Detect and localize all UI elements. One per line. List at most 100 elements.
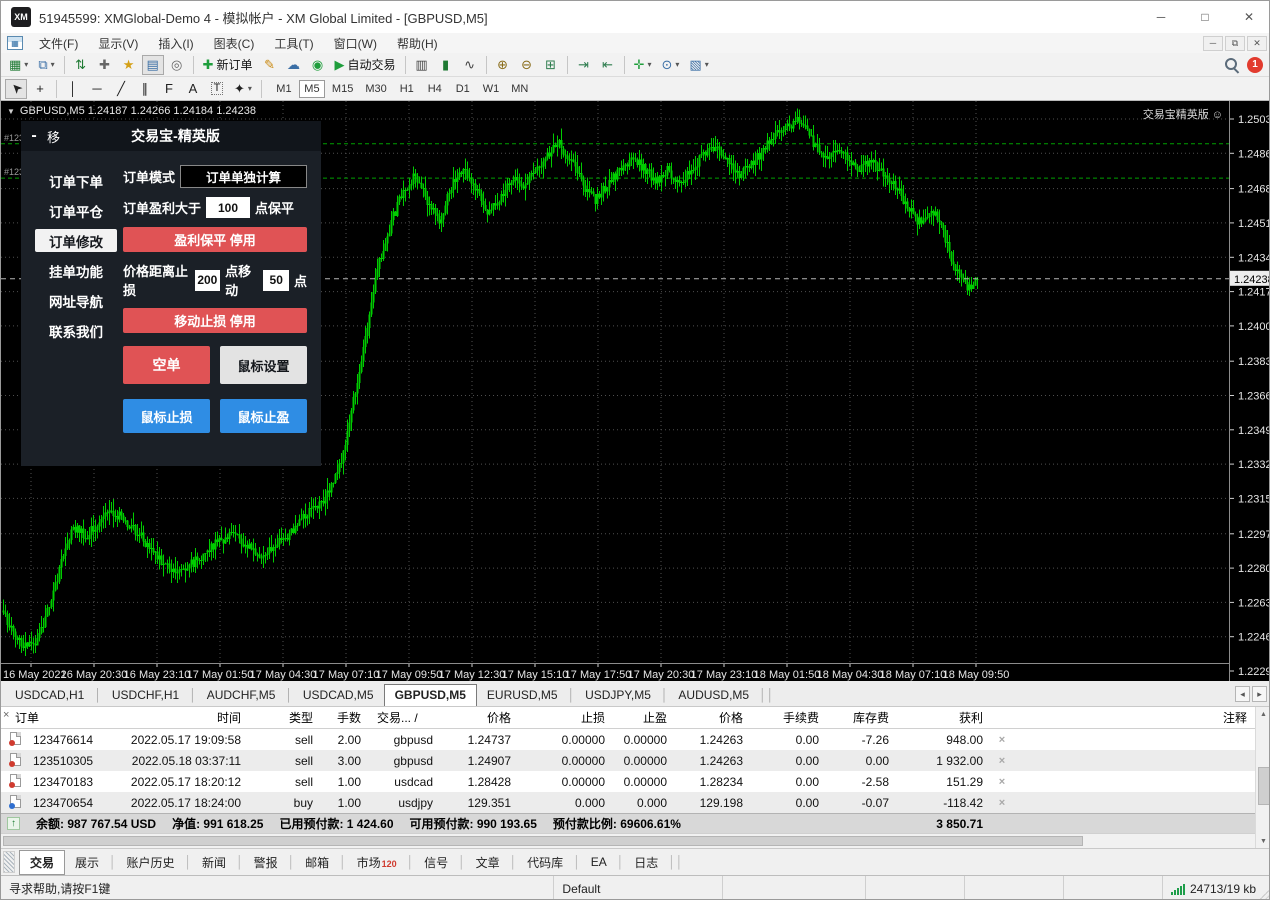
candlestick-chart-button[interactable]: ▮ bbox=[435, 55, 457, 75]
trailing-stop-toggle-button[interactable]: 移动止损 停用 bbox=[123, 308, 307, 333]
mouse-settings-button[interactable]: 鼠标设置 bbox=[220, 346, 307, 384]
terminal-tab-代码库[interactable]: 代码库 bbox=[517, 851, 573, 874]
profiles-button[interactable]: ⧉▾ bbox=[34, 55, 58, 75]
cursor-tool[interactable]: ➤ bbox=[5, 79, 27, 99]
horizontal-line-tool[interactable]: ─ bbox=[86, 79, 108, 99]
timeframe-h4[interactable]: H4 bbox=[422, 80, 448, 98]
chart-close-button[interactable]: ✕ bbox=[1247, 36, 1267, 51]
symbol-dropdown-icon[interactable]: ▼ bbox=[7, 107, 15, 116]
trendline-tool[interactable]: ╱ bbox=[110, 79, 132, 99]
mouse-takeprofit-button[interactable]: 鼠标止盈 bbox=[220, 399, 307, 433]
chart-minimize-button[interactable]: ─ bbox=[1203, 36, 1223, 51]
order-row-123476614[interactable]: 1234766142022.05.17 19:09:58sell2.00gbpu… bbox=[1, 729, 1270, 750]
tab-scroll-left-icon[interactable]: ◂ bbox=[1235, 686, 1250, 702]
panel-nav-联系我们[interactable]: 联系我们 bbox=[35, 319, 117, 342]
indicators-button[interactable]: ✛▾ bbox=[630, 55, 656, 75]
vertical-scrollbar[interactable]: ▲ ▼ bbox=[1255, 707, 1270, 848]
window-close-button[interactable]: ✕ bbox=[1227, 1, 1270, 33]
data-window-button[interactable]: ✚ bbox=[94, 55, 116, 75]
auto-scroll-button[interactable]: ⇥ bbox=[573, 55, 595, 75]
trail-distance-input[interactable]: 200 bbox=[195, 270, 221, 291]
horizontal-scrollbar[interactable] bbox=[1, 833, 1270, 848]
breakeven-toggle-button[interactable]: 盈利保平 停用 bbox=[123, 227, 307, 252]
timeframe-m30[interactable]: M30 bbox=[360, 80, 391, 98]
tile-windows-button[interactable]: ⊞ bbox=[540, 55, 562, 75]
trade-panel-header[interactable]: - 移 交易宝-精英版 bbox=[21, 121, 321, 151]
timeframe-d1[interactable]: D1 bbox=[450, 80, 476, 98]
menu-item-0[interactable]: 文件(F) bbox=[29, 33, 88, 53]
vertical-line-tool[interactable]: │ bbox=[62, 79, 84, 99]
chart-ohlc-line[interactable]: ▼ GBPUSD,M5 1.24187 1.24266 1.24184 1.24… bbox=[7, 105, 256, 117]
menu-item-4[interactable]: 工具(T) bbox=[264, 33, 323, 53]
terminal-tab-警报[interactable]: 警报 bbox=[244, 851, 288, 874]
chart-tab-usdchf-h1[interactable]: USDCHF,H1 bbox=[102, 685, 189, 706]
timeframe-h1[interactable]: H1 bbox=[394, 80, 420, 98]
timeframe-w1[interactable]: W1 bbox=[478, 80, 505, 98]
column-header-1[interactable]: 时间 bbox=[109, 709, 249, 726]
chart-restore-button[interactable]: ⧉ bbox=[1225, 36, 1245, 51]
terminal-tab-账户历史[interactable]: 账户历史 bbox=[117, 851, 185, 874]
market-watch-button[interactable]: ⇅ bbox=[70, 55, 92, 75]
terminal-tab-EA[interactable]: EA bbox=[581, 852, 617, 872]
notification-badge[interactable]: 1 bbox=[1247, 57, 1263, 73]
templates-button[interactable]: ▧▾ bbox=[685, 55, 712, 75]
mouse-stoploss-button[interactable]: 鼠标止损 bbox=[123, 399, 210, 433]
terminal-tab-新闻[interactable]: 新闻 bbox=[192, 851, 236, 874]
text-tool[interactable]: A bbox=[182, 79, 204, 99]
navigator-button[interactable]: ★ bbox=[118, 55, 140, 75]
publisher-button[interactable]: ☁ bbox=[283, 55, 305, 75]
menu-item-3[interactable]: 图表(C) bbox=[204, 33, 265, 53]
timeframe-m1[interactable]: M1 bbox=[271, 80, 297, 98]
panel-nav-网址导航[interactable]: 网址导航 bbox=[35, 289, 117, 312]
terminal-tab-交易[interactable]: 交易 bbox=[19, 850, 65, 875]
chart-tab-audchf-m5[interactable]: AUDCHF,M5 bbox=[197, 685, 286, 706]
column-header-10[interactable]: 库存费 bbox=[827, 709, 897, 726]
channel-tool[interactable]: ∥ bbox=[134, 79, 156, 99]
toolbox-grip-icon[interactable] bbox=[3, 851, 15, 873]
chart-area[interactable]: 1.250301.248601.246851.245151.243451.241… bbox=[1, 101, 1270, 681]
search-icon[interactable] bbox=[1224, 57, 1239, 72]
sell-order-button[interactable]: 空单 bbox=[123, 346, 210, 384]
column-header-9[interactable]: 手续费 bbox=[751, 709, 827, 726]
column-header-6[interactable]: 止损 bbox=[519, 709, 613, 726]
periods-button[interactable]: ⊙▾ bbox=[657, 55, 683, 75]
menu-item-6[interactable]: 帮助(H) bbox=[387, 33, 448, 53]
fibonacci-tool[interactable]: F bbox=[158, 79, 180, 99]
order-row-123470654[interactable]: 1234706542022.05.17 18:24:00buy1.00usdjp… bbox=[1, 792, 1270, 813]
terminal-button[interactable]: ▤ bbox=[142, 55, 164, 75]
column-header-0[interactable]: 订单 bbox=[1, 709, 109, 726]
column-header-11[interactable]: 获利 bbox=[897, 709, 991, 726]
profit-threshold-input[interactable]: 100 bbox=[206, 197, 250, 218]
timeframe-mn[interactable]: MN bbox=[506, 80, 533, 98]
menu-item-1[interactable]: 显示(V) bbox=[88, 33, 148, 53]
terminal-close-button[interactable]: × bbox=[3, 709, 9, 721]
trail-step-input[interactable]: 50 bbox=[263, 270, 289, 291]
chart-tab-gbpusd-m5[interactable]: GBPUSD,M5 bbox=[384, 684, 477, 706]
column-header-5[interactable]: 价格 bbox=[441, 709, 519, 726]
terminal-tab-展示[interactable]: 展示 bbox=[65, 851, 109, 874]
line-chart-button[interactable]: ∿ bbox=[459, 55, 481, 75]
panel-nav-订单修改[interactable]: 订单修改 bbox=[35, 229, 117, 252]
horizontal-scrollbar-thumb[interactable] bbox=[3, 836, 1083, 846]
column-header-3[interactable]: 手数 bbox=[321, 709, 369, 726]
label-tool[interactable]: T bbox=[206, 79, 228, 99]
zoom-out-button[interactable]: ⊖ bbox=[516, 55, 538, 75]
panel-move-button[interactable]: 移 bbox=[47, 127, 60, 146]
chart-tab-eurusd-m5[interactable]: EURUSD,M5 bbox=[477, 685, 568, 706]
status-profile[interactable]: Default bbox=[554, 876, 722, 900]
close-order-icon[interactable]: × bbox=[991, 755, 1013, 767]
timeframe-m5[interactable]: M5 bbox=[299, 80, 325, 98]
zoom-in-button[interactable]: ⊕ bbox=[492, 55, 514, 75]
column-header-8[interactable]: 价格 bbox=[675, 709, 751, 726]
strategy-tester-button[interactable]: ◎ bbox=[166, 55, 188, 75]
window-minimize-button[interactable]: ─ bbox=[1139, 1, 1183, 33]
tab-scroll-right-icon[interactable]: ▸ bbox=[1252, 686, 1267, 702]
order-row-123510305[interactable]: 1235103052022.05.18 03:37:11sell3.00gbpu… bbox=[1, 750, 1270, 771]
chart-tab-audusd-m5[interactable]: AUDUSD,M5 bbox=[668, 685, 759, 706]
new-order-button[interactable]: ✚新订单 bbox=[199, 55, 257, 75]
menu-item-5[interactable]: 窗口(W) bbox=[324, 33, 387, 53]
orders-table-header[interactable]: 订单时间类型手数交易... /价格止损止盈价格手续费库存费获利注释 bbox=[1, 707, 1270, 729]
metaeditor-button[interactable]: ✎ bbox=[259, 55, 281, 75]
panel-nav-挂单功能[interactable]: 挂单功能 bbox=[35, 259, 117, 282]
close-order-icon[interactable]: × bbox=[991, 734, 1013, 746]
